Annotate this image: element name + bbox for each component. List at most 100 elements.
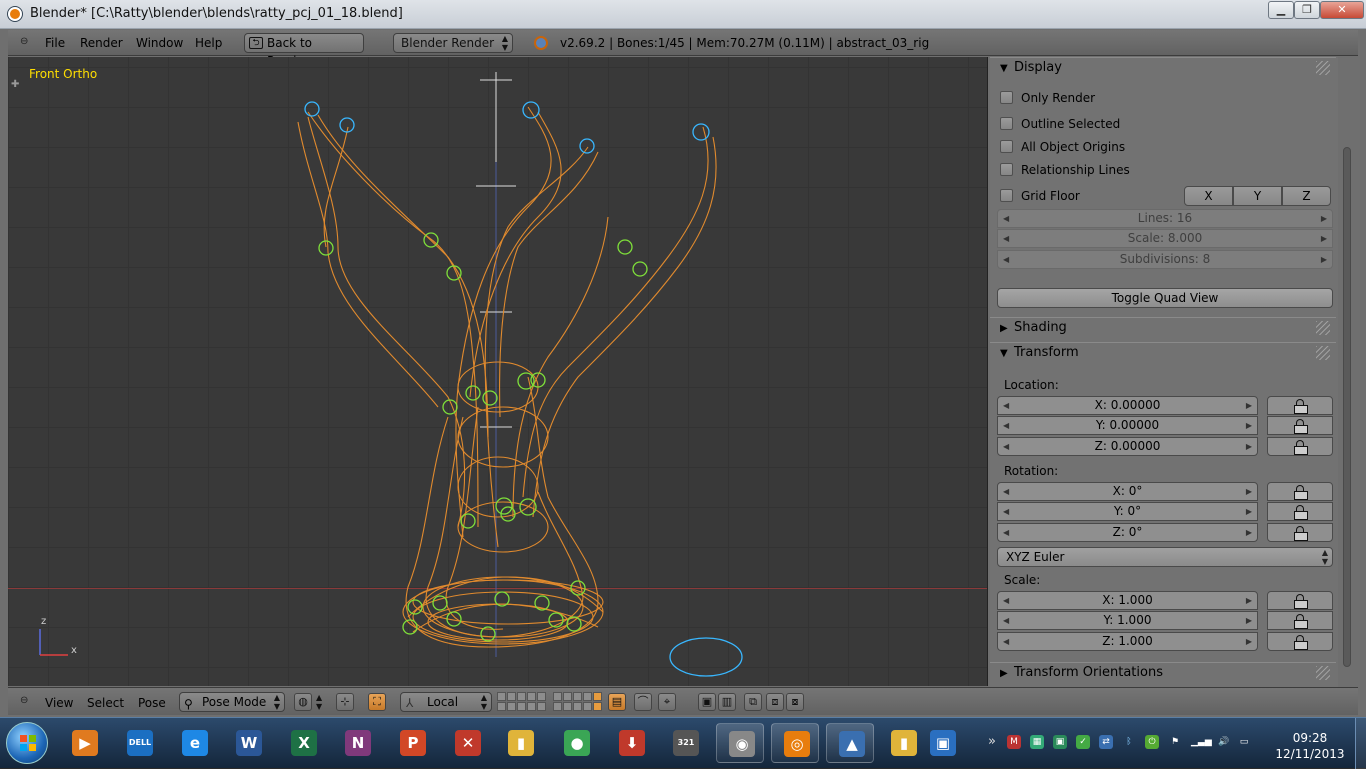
rotation-z-field[interactable]: ◀ Z: 0° ▶: [997, 523, 1258, 542]
menu-window[interactable]: Window: [136, 36, 183, 50]
layers-left-grid[interactable]: [497, 692, 546, 711]
taskbar-app-dell[interactable]: DELL: [115, 723, 163, 763]
lock-rotation-x-button[interactable]: [1267, 482, 1333, 501]
panel-grip-icon[interactable]: [1316, 61, 1330, 75]
taskbar-app-file-explorer[interactable]: ▮: [496, 723, 544, 763]
toggle-quad-view-button[interactable]: Toggle Quad View: [997, 288, 1333, 308]
tool-shelf-toggle-icon[interactable]: ✚: [11, 79, 19, 90]
scale-y-field[interactable]: ◀ Y: 1.000 ▶: [997, 611, 1258, 630]
sync-tray-icon[interactable]: ⇄: [1099, 735, 1113, 749]
taskbar-app-media-321[interactable]: 321: [661, 723, 709, 763]
properties-scrollbar[interactable]: [1338, 57, 1358, 687]
paste-pose-icon[interactable]: ⧈: [766, 693, 784, 711]
proportional-edit-icon[interactable]: ⌒: [634, 693, 652, 711]
copy-pose-icon[interactable]: ⧉: [744, 693, 762, 711]
antivirus-icon[interactable]: M: [1007, 735, 1021, 749]
snap-icon[interactable]: ⌖: [658, 693, 676, 711]
rig-wireframe[interactable]: z x: [8, 57, 988, 686]
grid-subdivisions-field[interactable]: ◀ Subdivisions: 8 ▶: [997, 250, 1333, 269]
header-collapse-icon[interactable]: ⊖: [20, 695, 32, 707]
location-y-field[interactable]: ◀ Y: 0.00000 ▶: [997, 416, 1258, 435]
update-tray-icon[interactable]: ✓: [1076, 735, 1090, 749]
taskbar-app-windows-media-player[interactable]: ▶: [60, 723, 108, 763]
rotation-mode-select[interactable]: XYZ Euler ▲ ▼: [997, 547, 1333, 567]
network-tray-icon[interactable]: ▦: [1030, 735, 1044, 749]
lock-scale-z-button[interactable]: [1267, 632, 1333, 651]
header-collapse-icon[interactable]: ⊖: [20, 36, 32, 48]
taskbar-app-red-app[interactable]: ✕: [443, 723, 491, 763]
taskbar-app-speaker-app[interactable]: ◉: [716, 723, 764, 763]
close-button[interactable]: ✕: [1320, 1, 1364, 19]
lock-location-x-button[interactable]: [1267, 396, 1333, 415]
render-still-icon[interactable]: ▣: [698, 693, 716, 711]
lock-location-z-button[interactable]: [1267, 437, 1333, 456]
start-button[interactable]: [6, 722, 48, 764]
lock-scale-x-button[interactable]: [1267, 591, 1333, 610]
battery-icon[interactable]: ▭: [1237, 735, 1251, 749]
maximize-button[interactable]: ❐: [1294, 1, 1320, 19]
taskbar-app-photo-app[interactable]: ▲: [826, 723, 874, 763]
wifi-signal-icon[interactable]: ▁▃▅: [1191, 735, 1212, 749]
taskbar-app-chrome[interactable]: ●: [552, 723, 600, 763]
location-x-field[interactable]: ◀ X: 0.00000 ▶: [997, 396, 1258, 415]
panel-grip-icon[interactable]: [1316, 666, 1330, 680]
render-animation-icon[interactable]: ▥: [718, 693, 736, 711]
render-engine-select[interactable]: Blender Render ▲ ▼: [393, 33, 513, 53]
grid-floor-checkbox[interactable]: Grid Floor: [1000, 188, 1080, 204]
scale-z-field[interactable]: ◀ Z: 1.000 ▶: [997, 632, 1258, 651]
monitor-tray-icon[interactable]: ▣: [1053, 735, 1067, 749]
bluetooth-icon[interactable]: ᛒ: [1122, 735, 1136, 749]
panel-display-header[interactable]: ▼ Display: [990, 57, 1336, 79]
limit-selection-icon[interactable]: ⛶: [368, 693, 386, 711]
taskbar-app-onenote[interactable]: N: [333, 723, 381, 763]
taskbar-app-blender[interactable]: ◎: [771, 723, 819, 763]
clock[interactable]: 09:28 12/11/2013: [1270, 730, 1350, 762]
taskbar-app-downloader[interactable]: ⬇: [607, 723, 655, 763]
menu-select[interactable]: Select: [87, 696, 124, 710]
panel-transform-orientations-header[interactable]: ▶ Transform Orientations: [990, 662, 1336, 684]
taskbar-app-internet-explorer[interactable]: e: [170, 723, 218, 763]
all-object-origins-checkbox[interactable]: All Object Origins: [1000, 139, 1125, 155]
grid-scale-field[interactable]: ◀ Scale: 8.000 ▶: [997, 229, 1333, 248]
layers-right-grid[interactable]: [553, 692, 602, 711]
transform-orientation-select[interactable]: ⅄ Local ▲ ▼: [400, 692, 492, 712]
paste-flipped-pose-icon[interactable]: ⧇: [786, 693, 804, 711]
lock-rotation-z-button[interactable]: [1267, 523, 1333, 542]
menu-view[interactable]: View: [45, 696, 73, 710]
location-z-field[interactable]: ◀ Z: 0.00000 ▶: [997, 437, 1258, 456]
menu-pose[interactable]: Pose: [138, 696, 166, 710]
panel-shading-header[interactable]: ▶ Shading: [990, 317, 1336, 339]
lock-layers-icon[interactable]: ▤: [608, 693, 626, 711]
grid-axis-y-toggle[interactable]: Y: [1233, 186, 1282, 206]
only-render-checkbox[interactable]: Only Render: [1000, 90, 1095, 106]
back-to-previous-button[interactable]: ⮌ Back to Previous: [244, 33, 364, 68]
action-center-icon[interactable]: ⚑: [1168, 735, 1182, 749]
menu-render[interactable]: Render: [80, 36, 123, 50]
tray-expand-icon[interactable]: »: [985, 735, 999, 749]
taskbar-app-remote-desktop[interactable]: ▣: [918, 723, 966, 763]
rotation-x-field[interactable]: ◀ X: 0° ▶: [997, 482, 1258, 501]
relationship-lines-checkbox[interactable]: Relationship Lines: [1000, 162, 1130, 178]
pivot-point-icon[interactable]: ⊹: [336, 693, 354, 711]
interaction-mode-select[interactable]: ⚲ Pose Mode ▲ ▼: [179, 692, 285, 712]
power-manager-icon[interactable]: ⏻: [1145, 735, 1159, 749]
taskbar-app-excel[interactable]: X: [279, 723, 327, 763]
panel-transform-header[interactable]: ▼ Transform: [990, 342, 1336, 364]
volume-icon[interactable]: 🔊: [1217, 735, 1231, 749]
lock-scale-y-button[interactable]: [1267, 611, 1333, 630]
minimize-button[interactable]: ▁: [1268, 1, 1294, 19]
menu-help[interactable]: Help: [195, 36, 222, 50]
lock-location-y-button[interactable]: [1267, 416, 1333, 435]
grid-axis-z-toggle[interactable]: Z: [1282, 186, 1331, 206]
panel-grip-icon[interactable]: [1316, 346, 1330, 360]
taskbar-app-word[interactable]: W: [224, 723, 272, 763]
menu-file[interactable]: File: [45, 36, 65, 50]
show-desktop-button[interactable]: [1355, 718, 1366, 769]
lock-rotation-y-button[interactable]: [1267, 502, 1333, 521]
rotation-y-field[interactable]: ◀ Y: 0° ▶: [997, 502, 1258, 521]
3d-viewport[interactable]: z x Front Ortho ✚: [8, 57, 988, 686]
taskbar-app-powerpoint[interactable]: P: [388, 723, 436, 763]
viewport-shading-icon[interactable]: ◍: [294, 693, 312, 711]
outline-selected-checkbox[interactable]: Outline Selected: [1000, 116, 1120, 132]
scrollbar-thumb[interactable]: [1343, 147, 1351, 667]
